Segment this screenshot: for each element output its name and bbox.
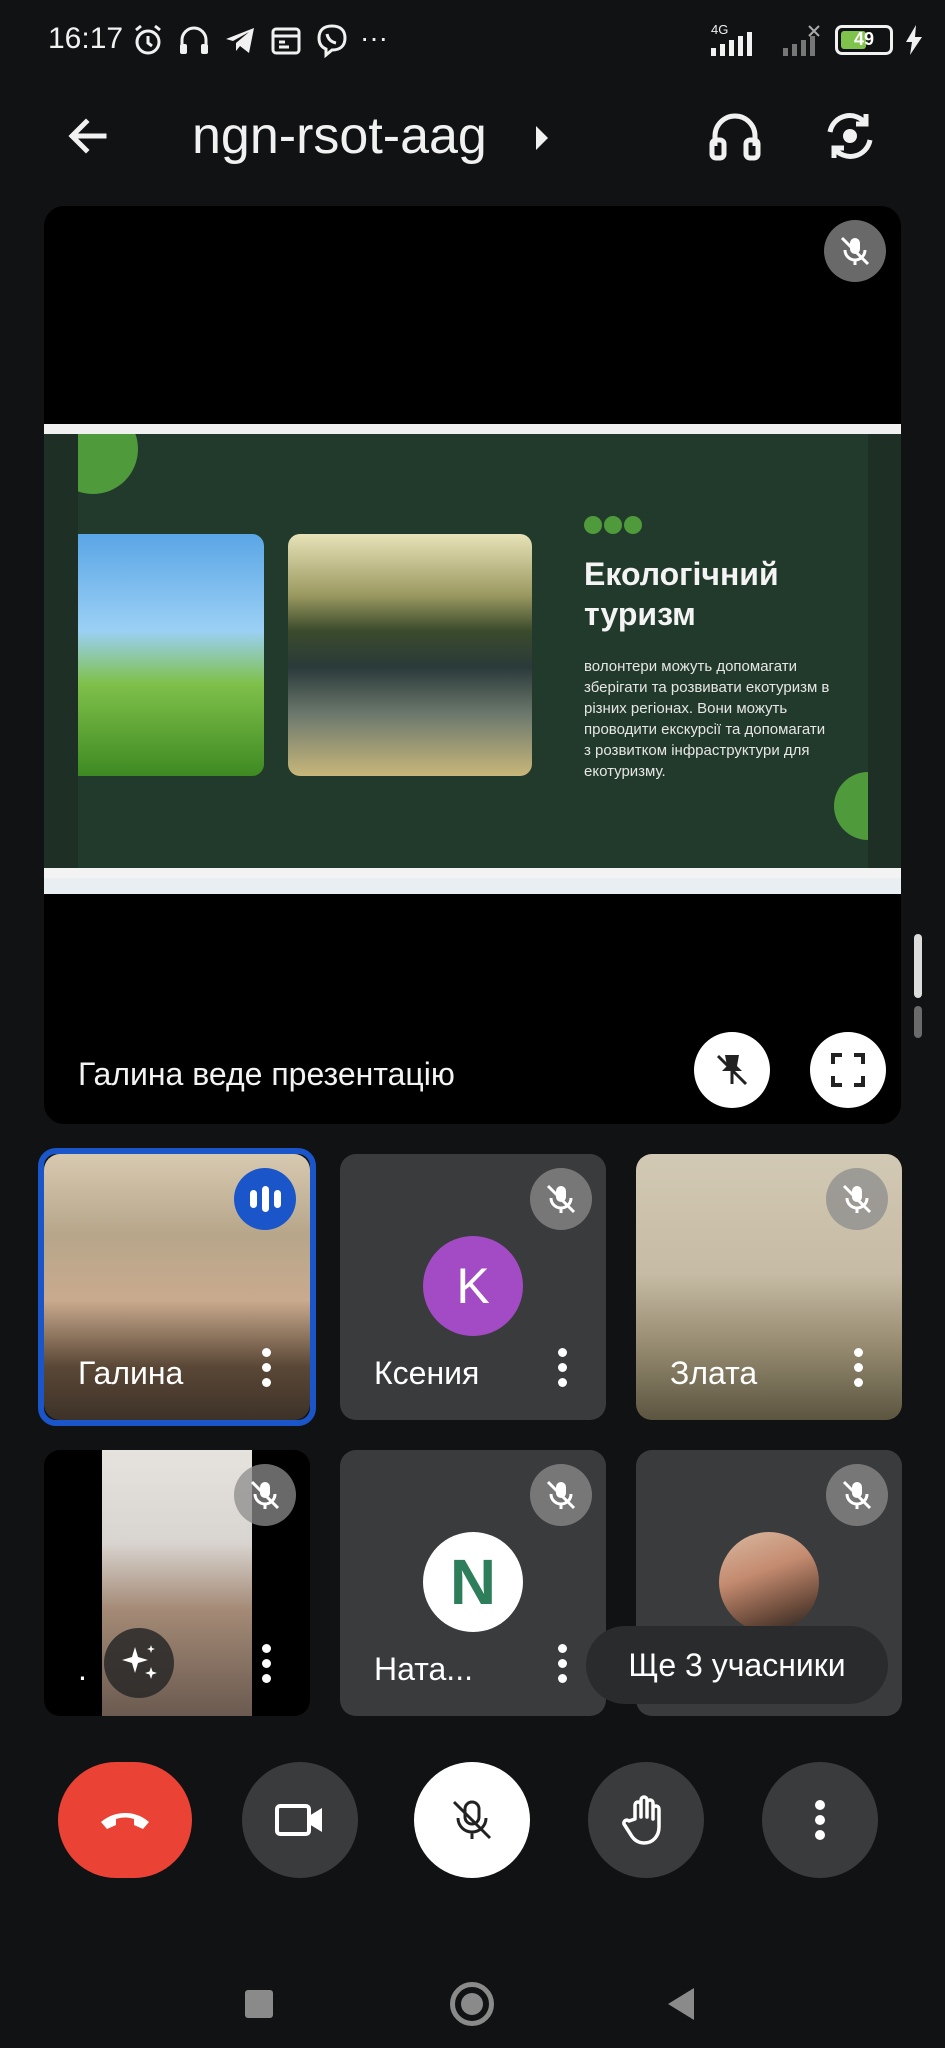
status-bar: 16:17 ··· 4G 49 [0,0,945,84]
shared-window-statusline [44,868,901,878]
participant-more-button[interactable] [260,1348,272,1390]
participant-name: Ксения [374,1355,480,1391]
signal-icon: 4G [711,22,752,56]
participant-tile[interactable]: . [44,1450,310,1716]
chevron-right-icon[interactable] [530,120,554,156]
charging-icon [906,25,922,55]
avatar [719,1532,819,1632]
viber-icon [314,22,350,59]
more-vert-icon [815,1800,825,1840]
battery-icon: 49 [835,25,893,55]
audio-output-button[interactable] [703,104,767,168]
end-call-button[interactable] [58,1762,192,1878]
slide-dots-decoration [584,516,642,534]
mic-off-icon [530,1168,592,1230]
slide-corner-decoration [834,772,868,840]
flip-camera-icon [827,113,873,159]
lake-photo [288,534,532,776]
scrollbar[interactable] [914,934,922,1038]
participant-tile[interactable]: K Ксения [340,1154,606,1420]
leaf-logo-icon [78,434,138,494]
participant-name: Злата [670,1355,758,1391]
participant-more-button[interactable] [556,1348,568,1390]
participant-tile[interactable]: Галина [44,1154,310,1420]
home-button[interactable] [450,1982,494,2026]
more-options-button[interactable] [762,1762,878,1878]
slide-title: Екологічний туризм [584,556,779,632]
presenter-label: Галина веде презентацію [78,1056,455,1092]
alarm-icon [130,22,166,58]
fullscreen-button[interactable] [810,1032,886,1108]
camera-toggle-button[interactable] [242,1762,358,1878]
signal-2-icon [783,25,820,56]
participant-more-button[interactable] [260,1644,272,1686]
more-participants-button[interactable]: Ще 3 учасники [586,1626,888,1704]
svg-text:4G: 4G [711,22,728,37]
participant-name: . [78,1651,87,1687]
effects-button[interactable] [104,1628,174,1698]
calendar-icon [268,22,304,58]
headset-status-icon [176,22,212,58]
speaking-indicator-icon [234,1168,296,1230]
mic-off-icon [234,1464,296,1526]
recent-apps-button[interactable] [245,1990,273,2018]
avatar: N [423,1532,523,1632]
meeting-code[interactable]: ngn-rsot-aag [192,106,487,166]
battery-level: 49 [853,29,875,49]
more-notifications: ··· [360,22,388,53]
raise-hand-button[interactable] [588,1762,704,1878]
system-nav-bar [0,1940,945,2048]
participant-name: Ната... [374,1651,473,1687]
status-time: 16:17 [48,22,124,55]
shared-screen: Екологічний туризм волонтери можуть допо… [44,424,901,894]
avatar: K [423,1236,523,1336]
arrow-back-icon [68,118,107,154]
mic-off-icon [826,1168,888,1230]
nav-back-button[interactable] [668,1988,694,2020]
notification-icons: ··· [130,22,388,59]
slide-body: волонтери можуть допомагати зберігати та… [584,658,830,780]
sparkle-icon [122,1645,157,1679]
unpin-button[interactable] [694,1032,770,1108]
participant-more-button[interactable] [556,1644,568,1686]
participant-tile[interactable]: N Ната... [340,1450,606,1716]
mic-off-icon [826,1464,888,1526]
presentation-slide: Екологічний туризм волонтери можуть допо… [78,434,868,868]
unpin-icon [716,1054,748,1086]
mic-off-icon [452,1800,492,1840]
participant-more-button[interactable] [852,1348,864,1390]
microphone-toggle-button[interactable] [414,1762,530,1878]
back-button[interactable] [58,106,118,166]
hikers-photo [78,534,264,776]
presentation-muted-badge [824,220,886,282]
fullscreen-icon [831,1053,865,1087]
mic-off-icon [530,1464,592,1526]
mic-off-icon [840,236,870,266]
presentation-tile[interactable]: Екологічний туризм волонтери можуть допо… [44,206,901,1124]
headphones-icon [709,113,761,161]
videocam-icon [275,1804,322,1836]
participant-name: Галина [78,1355,184,1391]
hang-up-icon [101,1813,149,1829]
switch-camera-button[interactable] [818,104,882,168]
shared-window-titlebar [44,424,901,434]
telegram-icon [222,22,258,58]
hand-icon [622,1795,661,1845]
participant-tile[interactable]: Злата [636,1154,902,1420]
system-indicators: 4G 49 [707,22,923,58]
shared-taskbar [44,878,901,894]
meeting-app-bar: ngn-rsot-aag [0,84,945,194]
